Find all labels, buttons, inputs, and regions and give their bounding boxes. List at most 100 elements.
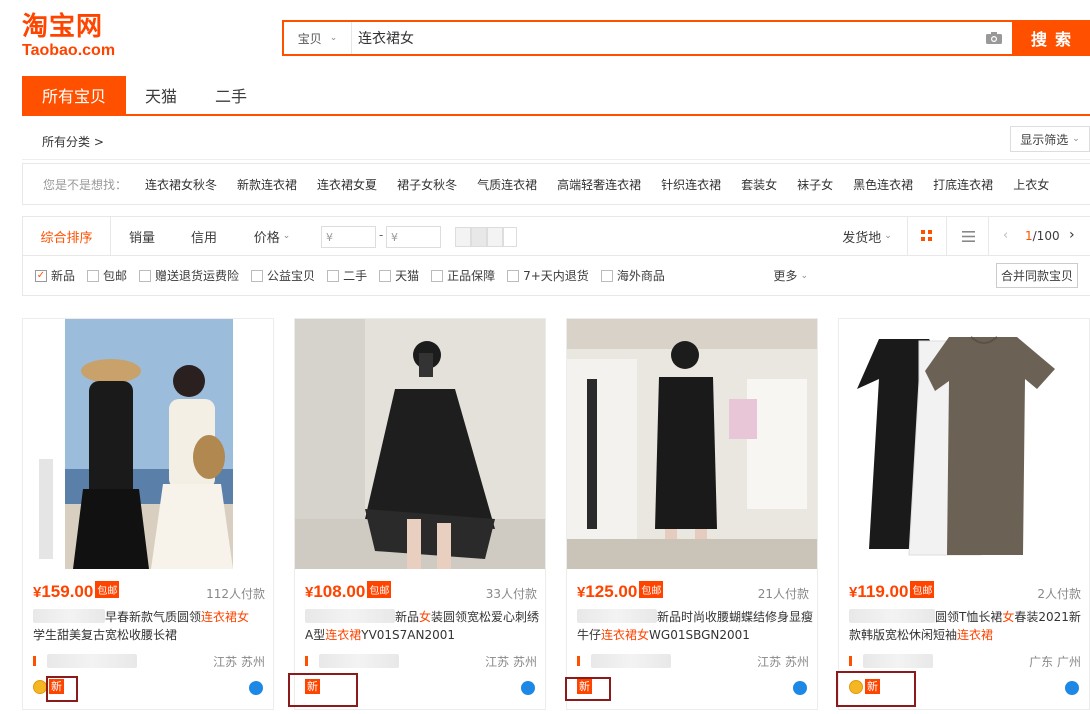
title-text: 早春新款气质圆领 [105, 610, 202, 624]
filter-checkbox-secondhand[interactable]: 二手 [327, 267, 367, 284]
product-image[interactable] [295, 319, 545, 569]
suggestion-item[interactable]: 裙子女秋冬 [397, 176, 457, 193]
more-filters-button[interactable]: 更多 ⌄ [773, 267, 808, 284]
wangwang-chat-icon[interactable] [793, 681, 807, 695]
list-view-icon[interactable] [949, 217, 989, 255]
product-title[interactable]: 圆领T恤长裙女春装2021新款韩版宽松休闲短袖连衣裙 [849, 608, 1085, 644]
title-text: 新品 [395, 610, 420, 624]
price-range-segment[interactable] [471, 227, 487, 247]
filter-label: 赠送退货运费险 [155, 269, 240, 283]
product-title[interactable]: 新品女装圆领宽松爱心刺绣A型连衣裙YV01S7AN2001 [305, 608, 541, 644]
blurred-shop-name [47, 654, 137, 668]
suggestion-item[interactable]: 气质连衣裙 [477, 176, 537, 193]
price-max-input[interactable]: ¥ [386, 226, 441, 248]
search-input[interactable] [352, 22, 976, 54]
suggestion-item[interactable]: 连衣裙女秋冬 [145, 176, 217, 193]
filter-checkbox-tmall[interactable]: 天猫 [379, 267, 419, 284]
suggestion-item[interactable]: 黑色连衣裙 [853, 176, 913, 193]
suggestion-item[interactable]: 高端轻奢连衣裙 [557, 176, 641, 193]
sort-tab-price[interactable]: 价格 ⌄ [241, 217, 303, 255]
search-button[interactable]: 搜索 [1012, 20, 1090, 56]
product-title[interactable]: 新品时尚收腰蝴蝶结修身显瘦牛仔连衣裙女WG01SBGN2001 [577, 608, 813, 644]
price-value: 125.00 [585, 582, 638, 601]
price-range-segment[interactable] [455, 227, 471, 247]
free-shipping-badge: 包邮 [639, 581, 664, 598]
wangwang-chat-icon[interactable] [521, 681, 535, 695]
show-filter-button[interactable]: 显示筛选 ⌄ [1010, 126, 1090, 152]
ship-from-dropdown[interactable]: 发货地 ⌄ [829, 217, 905, 255]
camera-icon[interactable] [976, 22, 1012, 54]
product-card[interactable]: ¥119.00 包邮 2人付款 圆领T恤长裙女春装2021新款韩版宽松休闲短袖连衣… [838, 318, 1090, 710]
product-card[interactable]: ¥159.00 包邮 112人付款 早春新款气质圆领连衣裙女 学生甜美复古宽松收腰长… [22, 318, 274, 710]
price-range-segment[interactable] [487, 227, 503, 247]
highlight-box [565, 677, 611, 701]
suggestion-item[interactable]: 新款连衣裙 [237, 176, 297, 193]
blurred-shop-name [319, 654, 399, 668]
product-title[interactable]: 早春新款气质圆领连衣裙女 学生甜美复古宽松收腰长裙 [33, 608, 269, 644]
filter-checkbox-7day-return[interactable]: 7+天内退货 [507, 267, 589, 284]
price-min-input[interactable]: ¥ [321, 226, 376, 248]
tab-all-items[interactable]: 所有宝贝 [22, 76, 126, 114]
title-highlight: 连衣裙 [957, 628, 994, 642]
suggestion-item[interactable]: 套装女 [741, 176, 777, 193]
sort-tab-default[interactable]: 综合排序 [23, 217, 111, 255]
title-highlight: 连衣裙女 [601, 628, 650, 642]
filter-checkbox-charity[interactable]: 公益宝贝 [251, 267, 315, 284]
next-page-icon[interactable]: › [1069, 227, 1075, 243]
title-text: YV01S7AN2001 [361, 628, 456, 642]
chevron-down-icon: ⌄ [800, 270, 808, 281]
product-image[interactable] [839, 319, 1089, 569]
show-filter-label: 显示筛选 [1020, 132, 1069, 147]
all-categories-link[interactable]: 所有分类 > [42, 133, 104, 150]
filter-label: 7+天内退货 [523, 269, 589, 283]
more-filters-label: 更多 [773, 269, 798, 283]
wangwang-chat-icon[interactable] [1065, 681, 1079, 695]
page-indicator: 1/100 [1025, 229, 1060, 243]
blurred-shop-name [591, 654, 671, 668]
taobao-logo[interactable]: 淘宝网 Taobao.com [22, 12, 132, 64]
price-dash: - [379, 228, 384, 242]
chevron-down-icon: ⌄ [329, 33, 338, 43]
filter-label: 包邮 [103, 269, 128, 283]
checkbox-icon [139, 269, 152, 282]
filter-row: ✓ 新品 包邮 赠送退货运费险 公益宝贝 二手 天猫 正品保障 7+天内退货 海外… [22, 256, 1090, 296]
blurred-text [577, 609, 657, 623]
grid-view-icon[interactable] [907, 217, 947, 255]
sort-tab-sales[interactable]: 销量 [111, 217, 173, 255]
price-range-segment[interactable] [503, 227, 517, 247]
filter-checkbox-authentic[interactable]: 正品保障 [431, 267, 495, 284]
suggestion-row: 您是不是想找： 连衣裙女秋冬 新款连衣裙 连衣裙女夏 裙子女秋冬 气质连衣裙 高… [22, 163, 1090, 205]
sort-tab-credit[interactable]: 信用 [173, 217, 235, 255]
free-shipping-badge: 包邮 [910, 581, 935, 598]
sales-count: 33人付款 [485, 587, 537, 601]
suggestion-item[interactable]: 上衣女 [1013, 176, 1049, 193]
checkbox-icon [251, 269, 264, 282]
prev-page-icon[interactable]: ‹ [1003, 228, 1008, 243]
product-price: ¥159.00 包邮 [33, 581, 120, 602]
search-type-select[interactable]: 宝贝 ⌄ [284, 22, 352, 54]
suggestion-item[interactable]: 袜子女 [797, 176, 833, 193]
blurred-text [33, 609, 105, 623]
tab-tmall[interactable]: 天猫 [126, 76, 196, 114]
price-value: 159.00 [41, 582, 94, 601]
location: 广东 广州 [1029, 655, 1081, 669]
product-card[interactable]: ¥108.00 包邮 33人付款 新品女装圆领宽松爱心刺绣A型连衣裙YV01S7A… [294, 318, 546, 710]
tab-secondhand[interactable]: 二手 [196, 76, 266, 114]
wangwang-chat-icon[interactable] [249, 681, 263, 695]
suggestion-item[interactable]: 连衣裙女夏 [317, 176, 377, 193]
ship-from-label: 发货地 [842, 230, 882, 246]
product-image[interactable] [23, 319, 273, 569]
shop-icon [577, 656, 585, 666]
product-image[interactable] [567, 319, 817, 569]
filter-label: 新品 [51, 269, 76, 283]
suggestion-item[interactable]: 针织连衣裙 [661, 176, 721, 193]
suggestion-item[interactable]: 打底连衣裙 [933, 176, 993, 193]
merge-same-items-button[interactable]: 合并同款宝贝 [995, 263, 1078, 288]
product-card[interactable]: ¥125.00 包邮 21人付款 新品时尚收腰蝴蝶结修身显瘦牛仔连衣裙女WG01S… [566, 318, 818, 710]
filter-checkbox-free-shipping[interactable]: 包邮 [87, 267, 127, 284]
shop-icon [305, 656, 313, 666]
checkbox-icon [327, 269, 340, 282]
filter-checkbox-overseas[interactable]: 海外商品 [600, 267, 665, 284]
filter-checkbox-new[interactable]: ✓ 新品 [35, 267, 75, 284]
filter-checkbox-return-insurance[interactable]: 赠送退货运费险 [139, 267, 239, 284]
